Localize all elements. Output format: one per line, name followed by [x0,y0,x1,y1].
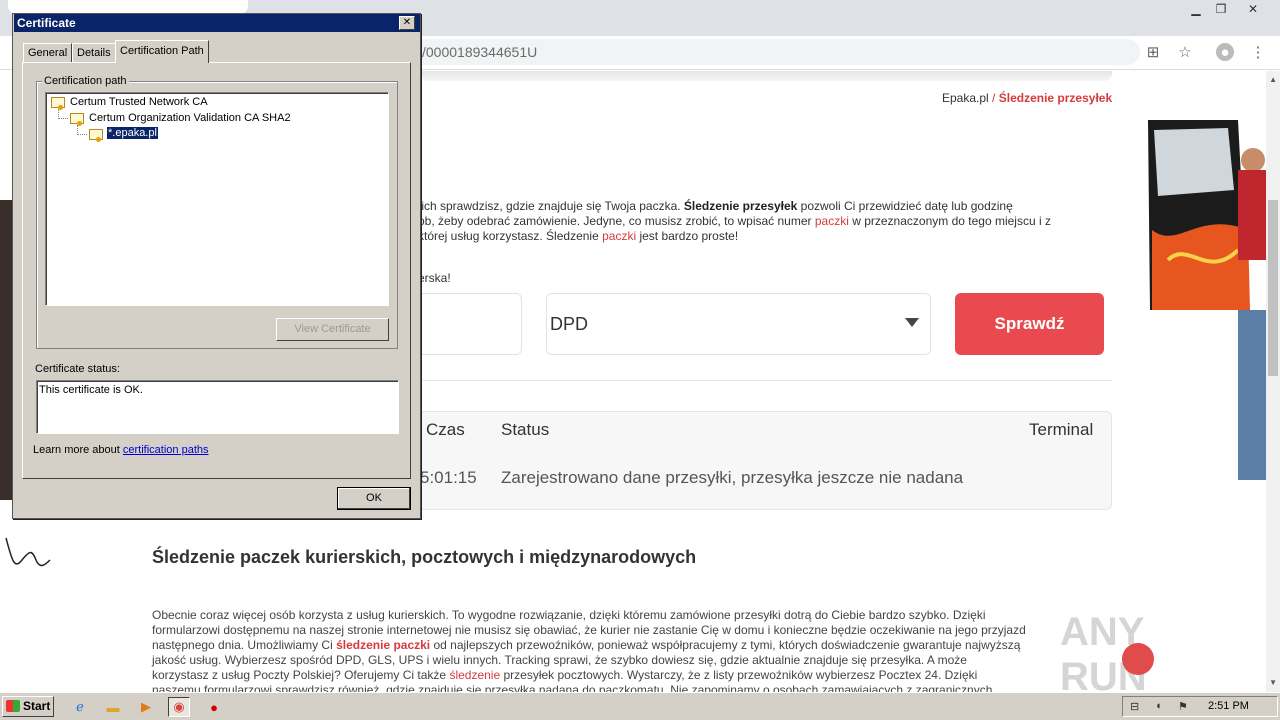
restore-icon[interactable]: ❐ [1208,0,1234,18]
certificate-tree[interactable] [45,92,389,306]
section-title: Śledzenie paczek kurierskich, pocztowych… [152,547,697,567]
media-player-icon[interactable]: ▶ [135,697,157,717]
tree-connector [77,125,87,135]
certificate-icon [70,113,84,126]
intro-line-2: ob, żeby odebrać zamówienie. Jedyne, co … [418,214,1051,228]
carrier-select[interactable] [546,293,931,355]
tree-item-leaf[interactable]: *.epaka.pl [106,126,159,140]
check-tracking-button[interactable]: Sprawdź [955,293,1104,355]
group-label: Certification path [42,75,129,87]
column-header-time: Czas [426,420,465,439]
close-icon[interactable]: ✕ [399,16,415,30]
translate-icon[interactable]: ⊞ [1144,43,1162,61]
column-header-terminal: Terminal [1029,420,1094,439]
chevron-down-icon [905,318,919,327]
breadcrumb-home[interactable]: Epaka.pl [942,91,989,105]
certification-paths-link[interactable]: certification paths [123,444,209,456]
carrier-select-value: DPD [550,314,589,334]
intro-line-3: której usług korzystasz. Śledzenie paczk… [418,229,739,243]
link-sledzenie-paczki[interactable]: śledzenie paczki [336,638,430,652]
internet-explorer-icon[interactable]: ℯ [69,697,91,717]
certificate-icon [51,97,65,110]
header-strip [420,71,1112,81]
paragraph-line: jakość usług. Wybierzesz spośród DPD, GL… [152,653,967,667]
chrome-icon[interactable]: ◉ [168,697,190,717]
folder-icon[interactable]: ▬ [102,697,124,717]
ok-button[interactable]: OK [337,487,411,510]
view-certificate-button[interactable]: View Certificate [276,318,389,341]
left-decoration-image [0,200,12,500]
certificate-status-text: This certificate is OK. [39,384,143,396]
bookmark-star-icon[interactable]: ☆ [1176,43,1194,61]
breadcrumb: Epaka.pl / Śledzenie przesyłek [942,91,1112,105]
form-hint: erska! [418,271,451,285]
promo-person-image [1148,120,1266,480]
tree-connector [58,109,68,119]
tree-item-intermediate[interactable]: Certum Organization Validation CA SHA2 [89,112,291,124]
breadcrumb-separator: / [992,91,996,105]
watermark-badge-icon [1122,643,1154,675]
paragraph-line: formularzowi dostępnemu na naszej stroni… [152,623,1026,637]
taskbar [0,692,1280,720]
menu-icon[interactable]: ⋮ [1249,43,1267,61]
certificate-icon [89,129,103,142]
scrollbar[interactable] [1266,71,1280,692]
minimize-icon[interactable]: ▁ [1183,0,1209,18]
profile-avatar-icon[interactable]: ● [1216,43,1234,61]
volume-icon[interactable]: ◖ [1155,700,1162,712]
signature-image [5,537,51,567]
dialog-title: Certificate [17,16,76,30]
paragraph-line: korzystasz z usług Poczty Polskiej? Ofer… [152,668,978,682]
flag-icon[interactable]: ⚑ [1178,700,1188,713]
window-close-icon[interactable]: ✕ [1240,0,1266,18]
intro-line-1: tich sprawdzisz, gdzie znajduje się Twoj… [418,199,1013,213]
tab-certification-path[interactable]: Certification Path [115,40,209,63]
network-icon[interactable]: ⊟ [1130,700,1139,713]
windows-logo-icon [6,700,20,712]
tree-item-root[interactable]: Certum Trusted Network CA [70,96,208,108]
system-tray [1122,696,1278,717]
scroll-up-icon[interactable]: ▲ [1269,75,1277,84]
paragraph-line: Obecnie coraz więcej osób korzysta z usł… [152,608,986,622]
result-time: 5:01:15 [420,468,477,487]
tab-general[interactable]: General [23,43,73,62]
breadcrumb-current: Śledzenie przesyłek [998,91,1113,105]
browser-tab[interactable] [8,0,248,14]
scrollbar-thumb[interactable] [1268,200,1278,376]
tab-details[interactable]: Details [72,43,116,62]
column-header-status: Status [501,420,550,439]
certificate-status-label: Certificate status: [35,363,120,375]
result-status: Zarejestrowano dane przesyłki, przesyłka… [501,468,964,487]
security-app-icon[interactable]: ● [203,697,225,717]
learn-more-text: Learn more about certification paths [33,444,209,456]
link-sledzenie[interactable]: śledzenie [449,668,500,682]
paragraph-line: następnego dnia. Umożliwiamy Ci śledzeni… [152,638,1021,652]
divider [420,380,1112,381]
address-bar-url[interactable]: /0000189344651U [422,44,537,60]
taskbar-clock: 2:51 PM [1208,700,1249,712]
scroll-down-icon[interactable]: ▼ [1269,678,1277,687]
